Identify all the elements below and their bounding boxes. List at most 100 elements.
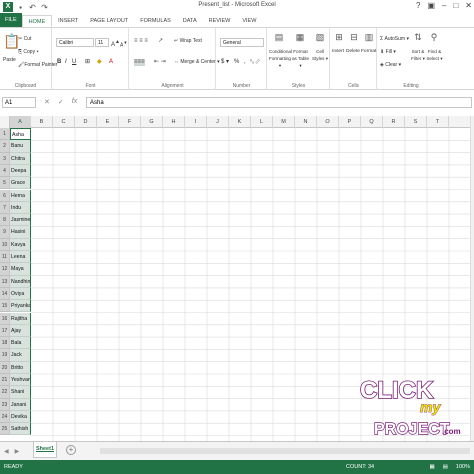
row-header[interactable]: 3 — [0, 152, 10, 165]
horizontal-scrollbar[interactable] — [100, 448, 470, 454]
row-header[interactable]: 17 — [0, 324, 10, 338]
row-header[interactable]: 10 — [0, 238, 10, 251]
column-header[interactable]: R — [383, 116, 405, 128]
row-header[interactable]: 24 — [0, 410, 10, 424]
column-header[interactable]: K — [229, 116, 251, 128]
orientation-icon[interactable]: ↗ — [158, 38, 163, 45]
number-format-select[interactable]: General — [220, 38, 264, 47]
add-sheet-button[interactable]: + — [66, 445, 76, 455]
zoom-level[interactable]: 100% — [456, 464, 470, 470]
scroll-right-icon[interactable]: ▶ — [15, 448, 20, 455]
formula-input[interactable]: Asha — [86, 97, 472, 108]
format-as-table-button[interactable]: Format as Table ▾ — [291, 48, 310, 69]
merge-center-button[interactable]: ⇔ Merge & Center ▾ — [174, 59, 220, 66]
cell-name[interactable]: Devika — [10, 410, 31, 424]
column-header[interactable]: C — [53, 116, 75, 128]
clear-button[interactable]: ◈ Clear ▾ — [380, 62, 401, 69]
delete-cells-icon[interactable]: ⊟ — [348, 32, 360, 42]
format-painter-button[interactable]: 🖌Format Painter — [18, 62, 57, 69]
fill-button[interactable]: ⬇ Fill ▾ — [380, 49, 396, 56]
format-button[interactable]: Format — [361, 48, 376, 55]
copy-button[interactable]: ⎘ Copy ▾ — [18, 49, 39, 56]
cell-name[interactable]: Chitra — [10, 152, 31, 165]
column-header[interactable]: S — [405, 116, 427, 128]
maximize-icon[interactable]: □ — [453, 1, 458, 10]
sheet-tab-sheet1[interactable]: Sheet1 — [33, 442, 57, 458]
column-header[interactable]: H — [163, 116, 185, 128]
ribbon-display-icon[interactable]: ▣ — [427, 1, 435, 10]
scroll-left-icon[interactable]: ◀ — [4, 448, 9, 455]
row-header[interactable]: 9 — [0, 226, 10, 239]
row-header[interactable]: 1 — [0, 128, 10, 141]
row-header[interactable]: 12 — [0, 263, 10, 276]
cancel-icon[interactable]: ✕ — [44, 98, 50, 106]
underline-button[interactable]: U — [72, 59, 76, 66]
column-header[interactable]: O — [317, 116, 339, 128]
column-header[interactable]: I — [185, 116, 207, 128]
tab-file[interactable]: FILE — [0, 13, 22, 27]
cell-name[interactable]: Grace — [10, 177, 31, 190]
column-header[interactable]: M — [273, 116, 295, 128]
column-header[interactable]: Q — [361, 116, 383, 128]
select-all-corner[interactable] — [0, 116, 10, 128]
conditional-formatting-button[interactable]: Conditional Formatting ▾ — [269, 48, 292, 69]
row-header[interactable]: 25 — [0, 423, 10, 436]
row-header[interactable]: 5 — [0, 177, 10, 190]
cell-name[interactable]: Rajitha — [10, 312, 31, 325]
cell-name[interactable]: Hasini — [10, 226, 31, 239]
cell-styles-button[interactable]: Cell Styles ▾ — [311, 48, 329, 62]
minimize-icon[interactable]: – — [442, 1, 446, 10]
row-header[interactable]: 20 — [0, 361, 10, 374]
conditional-formatting-icon[interactable]: ▤ — [272, 32, 286, 42]
comma-button[interactable]: , — [244, 59, 246, 66]
row-header[interactable]: 18 — [0, 337, 10, 350]
column-header[interactable]: B — [31, 116, 53, 128]
cell-name[interactable]: Oviya — [10, 287, 31, 301]
italic-button[interactable]: I — [65, 59, 67, 66]
row-header[interactable]: 7 — [0, 201, 10, 215]
wrap-text-button[interactable]: ↵ Wrap Text — [174, 38, 202, 45]
column-header[interactable]: L — [251, 116, 273, 128]
row-header[interactable]: 16 — [0, 312, 10, 325]
cell-name[interactable]: Jack — [10, 349, 31, 362]
close-icon[interactable]: ✕ — [465, 1, 472, 10]
paste-icon[interactable]: 📋 — [3, 34, 20, 48]
tab-review[interactable]: REVIEW — [203, 15, 237, 27]
fill-color-icon[interactable]: ◆ — [97, 59, 102, 66]
cell-name[interactable]: Banu — [10, 140, 31, 153]
font-size-select[interactable]: 11 — [95, 38, 109, 47]
align-left-icon[interactable]: ≡≡≡ — [134, 59, 145, 66]
shrink-font-button[interactable]: A▼ — [120, 39, 127, 50]
cell-name[interactable]: Sathish — [10, 423, 31, 436]
row-header[interactable]: 14 — [0, 287, 10, 301]
top-align-icon[interactable]: ≡ ≡ ≡ — [134, 38, 148, 45]
cell-name[interactable]: Yeshvanth — [10, 374, 31, 387]
sort-filter-button[interactable]: Sort & Filter ▾ — [410, 48, 426, 62]
cell-name[interactable]: Jasmine — [10, 214, 31, 227]
tab-page-layout[interactable]: PAGE LAYOUT — [84, 15, 134, 27]
autosum-button[interactable]: Σ AutoSum ▾ — [380, 36, 409, 43]
sort-filter-icon[interactable]: ⇅ — [412, 32, 424, 42]
column-header[interactable]: F — [119, 116, 141, 128]
row-header[interactable]: 22 — [0, 386, 10, 399]
format-as-table-icon[interactable]: ▦ — [293, 32, 307, 42]
row-header[interactable]: 15 — [0, 300, 10, 313]
column-header[interactable]: E — [97, 116, 119, 128]
vertical-scrollbar[interactable] — [470, 116, 474, 441]
row-header[interactable]: 21 — [0, 374, 10, 387]
row-header[interactable]: 4 — [0, 164, 10, 178]
indent-icon[interactable]: ⇤ ⇥ — [154, 59, 166, 66]
help-icon[interactable]: ? — [416, 1, 420, 10]
row-header[interactable]: 19 — [0, 349, 10, 362]
row-header[interactable]: 8 — [0, 214, 10, 227]
column-header[interactable]: P — [339, 116, 361, 128]
bold-button[interactable]: B — [57, 59, 61, 66]
column-header[interactable]: J — [207, 116, 229, 128]
row-header[interactable]: 2 — [0, 140, 10, 153]
cell-name[interactable]: Leena — [10, 251, 31, 264]
cell-styles-icon[interactable]: ▧ — [313, 32, 327, 42]
cell-name[interactable]: Asha — [10, 128, 31, 141]
tab-formulas[interactable]: FORMULAS — [134, 15, 177, 27]
decimal-icon[interactable]: ⁰₀ ₀⁰ — [250, 59, 260, 66]
cell-name[interactable]: Shani — [10, 386, 31, 399]
